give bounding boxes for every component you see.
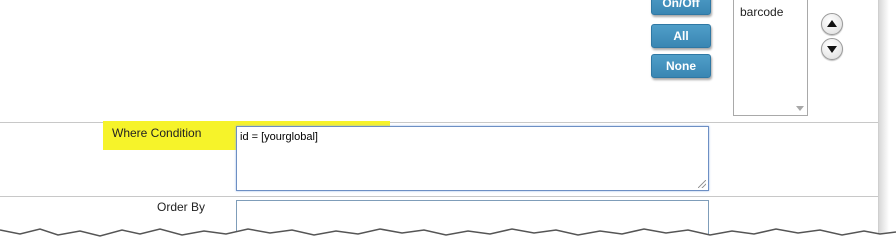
where-condition-label: Where Condition xyxy=(112,126,202,140)
panel-shadow xyxy=(879,0,889,245)
arrow-down-icon xyxy=(827,46,837,53)
where-condition-textarea[interactable]: id = [yourglobal] xyxy=(236,126,709,191)
scroll-down-arrow-icon[interactable] xyxy=(796,106,804,111)
torn-edge xyxy=(0,228,896,245)
form-panel: On/Off All None barcode Where Condition … xyxy=(0,0,879,245)
all-button[interactable]: All xyxy=(651,24,711,48)
on-off-button[interactable]: On/Off xyxy=(651,0,711,15)
none-button[interactable]: None xyxy=(651,54,711,78)
move-up-button[interactable] xyxy=(821,13,843,35)
where-condition-value: id = [yourglobal] xyxy=(240,131,318,143)
move-down-button[interactable] xyxy=(821,38,843,60)
row-divider xyxy=(0,196,878,197)
field-listbox[interactable]: barcode xyxy=(733,0,808,116)
order-by-label: Order By xyxy=(157,200,206,214)
list-item[interactable]: barcode xyxy=(740,5,783,19)
arrow-up-icon xyxy=(827,20,837,27)
resize-grip-icon[interactable] xyxy=(698,180,706,188)
